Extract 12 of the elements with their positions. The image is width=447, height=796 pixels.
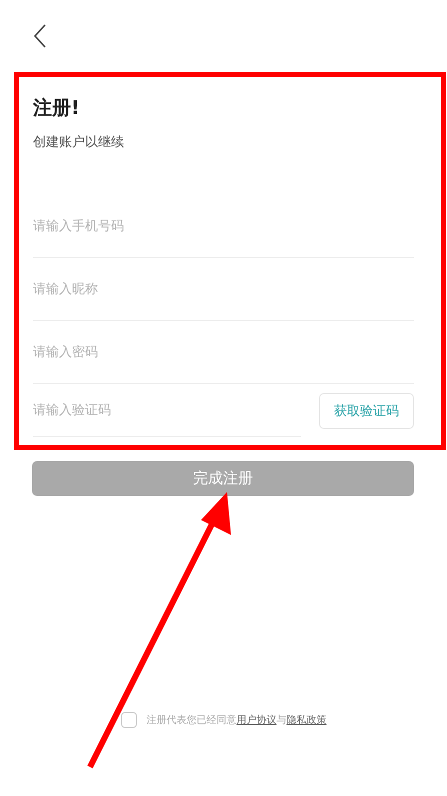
code-input-field[interactable]: 请输入验证码 bbox=[33, 384, 301, 437]
form-title: 注册! bbox=[33, 96, 81, 121]
get-code-button[interactable]: 获取验证码 bbox=[319, 392, 414, 428]
agreement-checkbox[interactable] bbox=[120, 712, 136, 728]
back-icon[interactable] bbox=[33, 24, 47, 48]
privacy-policy-link[interactable]: 隐私政策 bbox=[286, 715, 326, 726]
input-field[interactable]: 请输入手机号码 bbox=[33, 195, 414, 258]
input-field[interactable]: 请输入密码 bbox=[33, 321, 414, 384]
form-subtitle: 创建账户以继续 bbox=[33, 134, 125, 151]
user-agreement-link[interactable]: 用户协议 bbox=[236, 715, 276, 726]
input-field[interactable]: 请输入昵称 bbox=[33, 258, 414, 321]
agreement-text: 注册代表您已经同意用户协议与隐私政策 bbox=[146, 714, 326, 727]
